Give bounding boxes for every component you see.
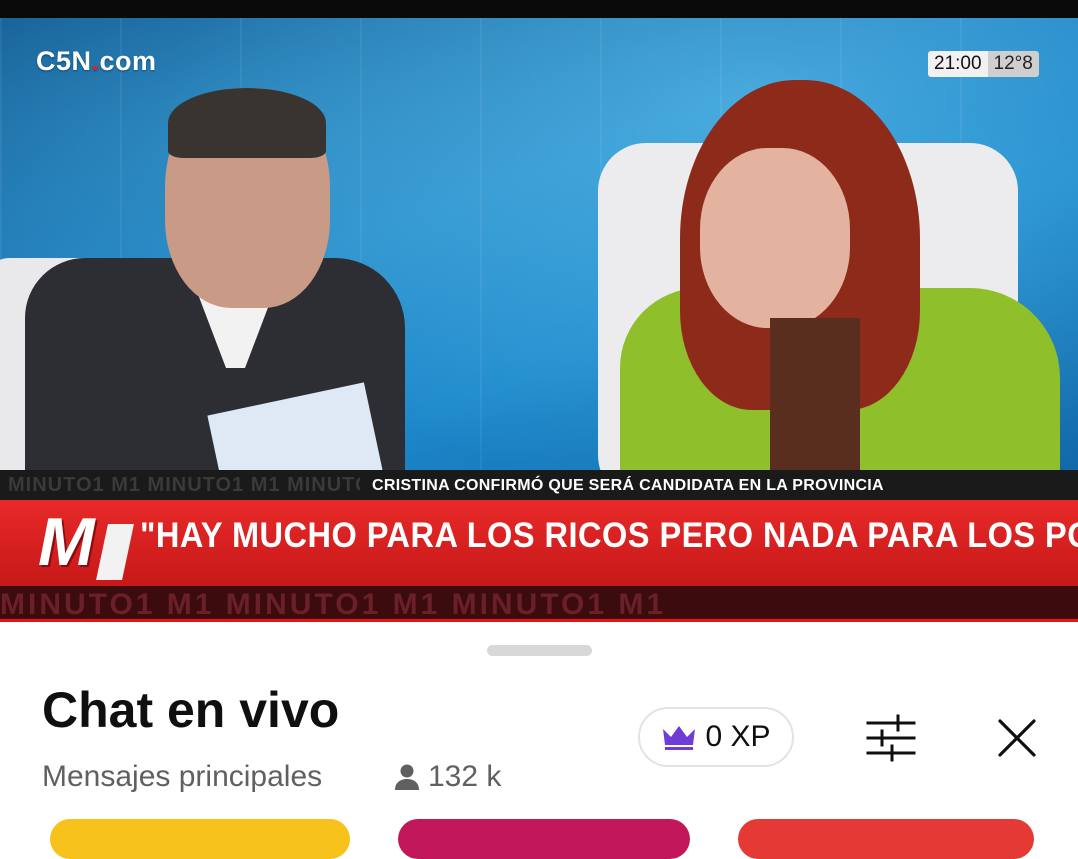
person-icon — [395, 764, 419, 790]
chat-chip-pink[interactable] — [398, 819, 690, 859]
ticker-top: MINUTO1 M1 MINUTO1 M1 MINUTO1 M1 MINUTO1… — [0, 470, 1078, 500]
broadcast-clock: 21:00 12°8 — [928, 51, 1039, 77]
chat-title: Chat en vivo — [42, 682, 340, 738]
viewer-count-label: 132 k — [428, 760, 502, 793]
ticker-headline: CRISTINA CONFIRMÓ QUE SERÁ CANDIDATA EN … — [360, 470, 896, 500]
clock-time: 21:00 — [928, 51, 988, 77]
clock-temperature: 12°8 — [987, 51, 1039, 77]
xp-label: 0 XP — [705, 720, 771, 753]
m1-logo: M — [38, 504, 134, 580]
guest-face — [700, 148, 850, 328]
video-progress-bar[interactable] — [0, 619, 1078, 622]
chat-chip-yellow[interactable] — [50, 819, 350, 859]
interviewer-hair — [168, 88, 326, 158]
ticker-bottom-text: MINUTO1 M1 MINUTO1 M1 MINUTO1 M1 — [0, 588, 667, 621]
viewer-count: 132 k — [394, 760, 501, 794]
video-player[interactable]: C5N.com 21:00 12°8 MINUTO1 M1 MINUTO1 M1… — [0, 18, 1078, 622]
crown-icon — [663, 726, 696, 750]
filter-icon[interactable] — [862, 713, 920, 763]
status-bar — [0, 0, 1078, 18]
lower-third-quote: "HAY MUCHO PARA LOS RICOS PERO NADA PARA… — [140, 516, 1078, 555]
close-icon[interactable] — [992, 713, 1042, 763]
m1-logo-letter: M — [38, 504, 95, 580]
xp-button[interactable]: 0 XP — [638, 707, 794, 767]
chat-chip-red[interactable] — [738, 819, 1034, 859]
channel-logo: C5N.com — [36, 46, 157, 76]
chat-mode-selector[interactable]: Mensajes principales — [42, 760, 322, 794]
ticker-bottom: MINUTO1 M1 MINUTO1 M1 MINUTO1 M1 — [0, 586, 1078, 622]
guest-top — [770, 318, 860, 478]
drag-handle[interactable] — [487, 645, 592, 656]
live-chat-sheet: Chat en vivo Mensajes principales 132 k … — [0, 625, 1078, 859]
